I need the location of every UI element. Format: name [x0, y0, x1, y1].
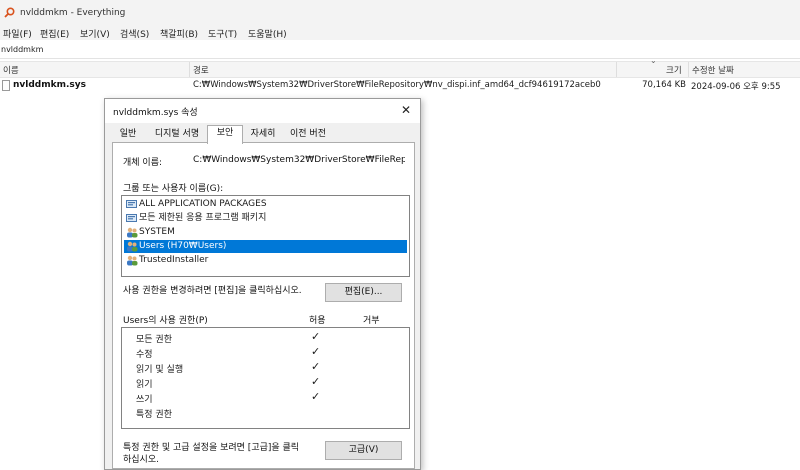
groups-label: 그룹 또는 사용자 이름(G): — [123, 184, 224, 194]
allow-check-icon: ✓ — [311, 375, 321, 388]
col-name[interactable]: 이름 — [3, 64, 19, 76]
table-row[interactable]: nvlddmkm.sys C:₩Windows₩System32₩DriverS… — [0, 79, 800, 93]
file-icon — [2, 80, 10, 91]
list-item-selected[interactable]: Users (H70₩Users) — [124, 240, 407, 253]
menu-bookmarks[interactable]: 책갈피(B) — [160, 27, 198, 40]
list-item[interactable]: 모든 제한된 응용 프로그램 패키지 — [124, 212, 407, 225]
dialog-title: nvlddmkm.sys 속성 — [113, 108, 198, 118]
col-path[interactable]: 경로 — [193, 64, 209, 76]
allow-check-icon: ✓ — [311, 360, 321, 373]
tab-digital-signature[interactable]: 디지털 서명 — [148, 127, 206, 142]
deny-column-label: 거부 — [363, 316, 380, 326]
permissions-list[interactable]: 모든 권한 ✓ 수정 ✓ 읽기 및 실행 ✓ 읽기 ✓ 쓰기 ✓ 특정 권한 — [121, 327, 410, 429]
object-name-label: 개체 이름: — [123, 158, 163, 168]
menu-file[interactable]: 파일(F) — [3, 27, 32, 40]
list-item[interactable]: SYSTEM — [124, 226, 407, 239]
file-modified: 2024-09-06 오후 9:55 — [691, 82, 781, 92]
window-title: nvlddmkm - Everything — [20, 8, 126, 18]
list-item[interactable]: ALL APPLICATION PACKAGES — [124, 198, 407, 211]
tab-previous-versions[interactable]: 이전 버전 — [283, 127, 333, 142]
allow-check-icon: ✓ — [311, 390, 321, 403]
file-size: 70,164 KB — [642, 80, 686, 90]
tab-details[interactable]: 자세히 — [242, 127, 284, 142]
tab-general[interactable]: 일반 — [113, 127, 143, 142]
menu-bar: 파일(F) 편집(E) 보기(V) 검색(S) 책갈피(B) 도구(T) 도움말… — [0, 26, 800, 40]
permission-row: 읽기 및 실행 ✓ — [136, 360, 321, 375]
menu-search[interactable]: 검색(S) — [120, 27, 149, 40]
properties-dialog: nvlddmkm.sys 속성 ✕ 일반 디지털 서명 자세히 이전 버전 개체… — [104, 98, 421, 470]
menu-tools[interactable]: 도구(T) — [208, 27, 237, 40]
title-bar: nvlddmkm - Everything — [0, 0, 800, 26]
security-tab-panel: 개체 이름: C:₩Windows₩System32₩DriverStore₩F… — [112, 142, 415, 469]
permission-row: 쓰기 ✓ — [136, 390, 321, 405]
file-name: nvlddmkm.sys — [13, 80, 86, 90]
sort-chevron-icon: ⌄ — [650, 56, 657, 65]
object-name-value: C:₩Windows₩System32₩DriverStore₩FileRepo… — [193, 155, 405, 165]
permissions-label: Users의 사용 권한(P) — [123, 316, 208, 326]
col-size[interactable]: 크기 — [666, 64, 682, 76]
users-icon — [127, 227, 138, 238]
users-icon — [127, 241, 138, 252]
close-icon[interactable]: ✕ — [401, 103, 411, 117]
app-packages-icon — [126, 200, 137, 208]
col-separator[interactable] — [688, 62, 689, 77]
tab-security[interactable]: 보안 — [207, 125, 243, 144]
file-path: C:₩Windows₩System32₩DriverStore₩FileRepo… — [193, 80, 601, 90]
col-separator[interactable] — [189, 62, 190, 77]
col-modified[interactable]: 수정한 날짜 — [692, 64, 734, 76]
app-packages-icon — [126, 214, 137, 222]
permission-row: 수정 ✓ — [136, 345, 321, 360]
users-icon — [127, 255, 138, 266]
col-separator[interactable] — [616, 62, 617, 77]
allow-check-icon: ✓ — [311, 330, 321, 343]
permission-row: 특정 권한 — [136, 410, 172, 420]
list-item[interactable]: TrustedInstaller — [124, 254, 407, 267]
edit-hint: 사용 권한을 변경하려면 [편집]을 클릭하십시오. — [123, 286, 302, 296]
menu-edit[interactable]: 편집(E) — [40, 27, 69, 40]
permission-row: 읽기 ✓ — [136, 375, 321, 390]
column-header: 이름 경로 ⌄ 크기 수정한 날짜 — [0, 56, 800, 78]
menu-help[interactable]: 도움말(H) — [248, 27, 287, 40]
allow-column-label: 허용 — [309, 316, 326, 326]
dialog-title-bar[interactable]: nvlddmkm.sys 속성 ✕ — [105, 99, 420, 123]
advanced-button[interactable]: 고급(V) — [325, 441, 402, 460]
search-input[interactable] — [1, 43, 791, 55]
magnifier-icon — [4, 7, 15, 18]
search-bar — [0, 40, 800, 59]
allow-check-icon: ✓ — [311, 345, 321, 358]
edit-button[interactable]: 편집(E)... — [325, 283, 402, 302]
groups-listbox[interactable]: ALL APPLICATION PACKAGES 모든 제한된 응용 프로그램 … — [121, 195, 410, 277]
advanced-hint-cont: 하십시오. — [123, 455, 159, 465]
menu-view[interactable]: 보기(V) — [80, 27, 110, 40]
permission-row: 모든 권한 ✓ — [136, 330, 321, 345]
